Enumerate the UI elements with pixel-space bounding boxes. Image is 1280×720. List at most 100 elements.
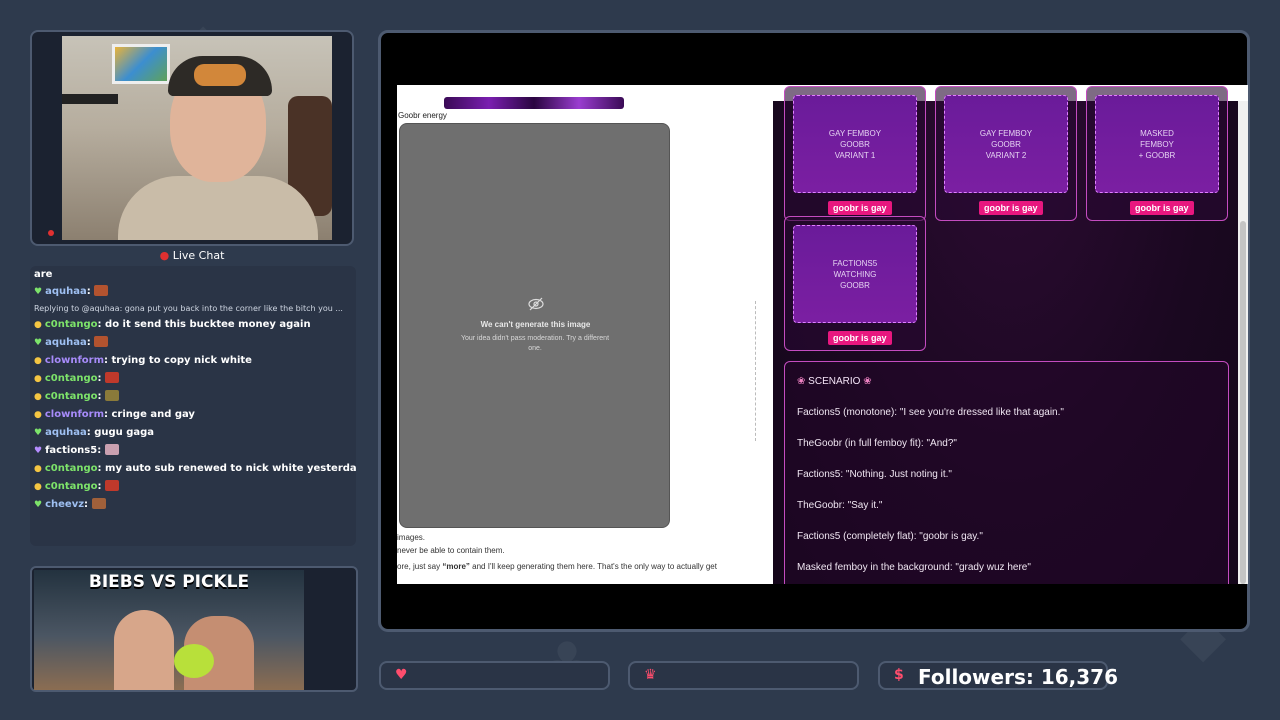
variant-button[interactable]: goobr is gay — [828, 331, 892, 345]
chat-reply-context: Replying to @aquhaa: gona put you back i… — [34, 304, 343, 313]
chat-message: ♥ cheevz: — [30, 496, 356, 514]
chat-username[interactable]: c0ntango — [45, 481, 98, 492]
chat-message: ● c0ntango: do it send this bucktee money… — [34, 319, 311, 330]
streamer-hoodie — [118, 176, 318, 240]
chat-message: ● clownform: cringe and gay — [34, 409, 195, 420]
webcam-frame — [30, 30, 354, 246]
response-text-1: images. — [397, 533, 426, 542]
chat-message: ● c0ntango: — [30, 388, 356, 406]
chat-username[interactable]: c0ntango — [45, 391, 98, 402]
wall-painting — [112, 44, 170, 84]
chat-badge-icon: ● — [34, 392, 42, 402]
scenario-lines: Factions5 (monotone): "I see you're dres… — [797, 407, 1216, 573]
variant-image-placeholder: MASKED FEMBOY + GOOBR — [1095, 95, 1219, 193]
eye-off-icon — [528, 297, 544, 311]
chat-emote-icon — [91, 498, 106, 509]
divider — [755, 301, 756, 441]
chat-message: ♥ factions5: — [30, 442, 356, 460]
chat-badge-icon: ♥ — [34, 500, 43, 510]
keyboard — [62, 94, 118, 104]
crown-icon: ♛ — [644, 667, 657, 683]
variant-card: GAY FEMBOY GOOBR VARIANT 2 goobr is gay — [935, 86, 1077, 221]
chat-emote-icon — [105, 480, 120, 491]
followers-count: Followers: 16,376 — [918, 665, 1118, 689]
chat-emote-icon — [94, 285, 109, 296]
chat-message: ● c0ntango: — [30, 370, 356, 388]
chat-badge-icon: ● — [34, 410, 42, 420]
variant-image-placeholder: GAY FEMBOY GOOBR VARIANT 2 — [944, 95, 1068, 193]
promo-panel: BIEBS VS PICKLE — [30, 566, 358, 692]
flower-icon: ❀ — [863, 376, 872, 387]
variant-button[interactable]: goobr is gay — [1130, 201, 1194, 215]
chat-badge-icon: ♥ — [34, 287, 43, 297]
chat-username[interactable]: c0ntango — [45, 463, 98, 474]
chat-text: gugu gaga — [94, 427, 155, 438]
chat-badge-icon: ● — [34, 320, 42, 330]
chat-username[interactable]: c0ntango — [45, 319, 98, 330]
chat-username[interactable]: clownform — [45, 409, 104, 420]
canvas-preview-pane: GAY FEMBOY GOOBR VARIANT 1 goobr is gay GA… — [773, 86, 1248, 584]
response-text-2: never be able to contain them. — [397, 546, 505, 555]
chat-message: ♥ aquhaa: gugu gaga — [34, 427, 155, 438]
chat-badge-icon: ● — [34, 374, 42, 384]
scrollbar-thumb[interactable] — [1240, 221, 1246, 584]
chat-badge-icon: ♥ — [34, 446, 43, 456]
chat-conversation-pane[interactable]: Goobr energy We can't generate this imag… — [397, 85, 773, 584]
chat-username[interactable]: aquhaa — [45, 286, 87, 297]
variant-image-placeholder: FACTIONS5 WATCHING GOOBR — [793, 225, 917, 323]
chat-username[interactable]: aquhaa — [45, 427, 87, 438]
scenario-line: Masked femboy in the background: "grady … — [797, 562, 1031, 573]
promo-title: BIEBS VS PICKLE — [88, 572, 250, 592]
variant-card: MASKED FEMBOY + GOOBR goobr is gay — [1086, 86, 1228, 221]
dollar-icon: $ — [894, 667, 904, 683]
image-label: Goobr energy — [398, 111, 447, 120]
heart-icon: ♥ — [395, 667, 408, 683]
chat-emote-icon — [105, 390, 120, 401]
blocked-title: We can't generate this image — [480, 320, 591, 329]
chat-panel: are ♥ aquhaa: Replying to @aquhaa: gona p… — [30, 266, 356, 546]
crown-bar: ♛ — [628, 661, 859, 690]
chat-username[interactable]: factions5 — [45, 445, 97, 456]
chat-badge-icon: ● — [34, 482, 42, 492]
promo-image: BIEBS VS PICKLE — [34, 570, 304, 690]
cap-logo — [194, 64, 246, 86]
chat-text: do it send this bucktee money again — [105, 319, 311, 330]
chat-partial-line: are — [34, 269, 53, 280]
recording-dot-icon — [48, 230, 54, 236]
scenario-box: ❀ SCENARIO ❀ Factions5 (monotone): "I se… — [784, 361, 1229, 584]
chat-username[interactable]: c0ntango — [45, 373, 98, 384]
followers-bar: $ Followers: 16,376 — [878, 661, 1118, 690]
variant-card: GAY FEMBOY GOOBR VARIANT 1 goobr is gay — [784, 86, 926, 221]
chat-message: ● clownform: trying to copy nick white — [34, 355, 252, 366]
chat-username[interactable]: cheevz — [45, 499, 84, 510]
chat-message: ● c0ntango: — [30, 478, 356, 496]
chat-username[interactable]: clownform — [45, 355, 104, 366]
boxing-glove — [174, 644, 214, 678]
live-chat-title: ● Live Chat — [159, 249, 225, 262]
chat-message: ♥ aquhaa: — [30, 334, 356, 352]
chat-emote-icon — [105, 372, 120, 383]
chat-username[interactable]: aquhaa — [45, 337, 87, 348]
webcam-video — [62, 36, 332, 240]
blocked-image-card: We can't generate this image Your idea d… — [399, 123, 670, 528]
variant-button[interactable]: goobr is gay — [979, 201, 1043, 215]
variant-button[interactable]: goobr is gay — [828, 201, 892, 215]
scenario-heading: ❀ SCENARIO ❀ — [797, 376, 872, 387]
scenario-line: TheGoobr: "Say it." — [797, 500, 883, 511]
browser-window: Goobr energy We can't generate this imag… — [397, 85, 1248, 584]
chat-emote-icon — [104, 444, 119, 455]
chat-message: ♥ aquhaa: — [30, 283, 356, 301]
scenario-line: Factions5 (monotone): "I see you're dres… — [797, 407, 1064, 418]
blocked-subtitle: Your idea didn't pass moderation. Try a … — [460, 335, 610, 352]
chat-message-list: ♥ aquhaa: Replying to @aquhaa: gona put y… — [30, 283, 356, 514]
chat-text: my auto sub renewed to nick white yester… — [105, 463, 356, 474]
chat-text: trying to copy nick white — [111, 355, 252, 366]
scenario-line: Factions5 (completely flat): "goobr is g… — [797, 531, 983, 542]
heart-bar: ♥ — [379, 661, 610, 690]
chat-text: cringe and gay — [111, 409, 195, 420]
chat-badge-icon: ♥ — [34, 338, 43, 348]
chat-emote-icon — [94, 336, 109, 347]
chat-badge-icon: ● — [34, 464, 42, 474]
chat-message: ● c0ntango: my auto sub renewed to nick w… — [30, 460, 356, 478]
chat-badge-icon: ♥ — [34, 428, 43, 438]
